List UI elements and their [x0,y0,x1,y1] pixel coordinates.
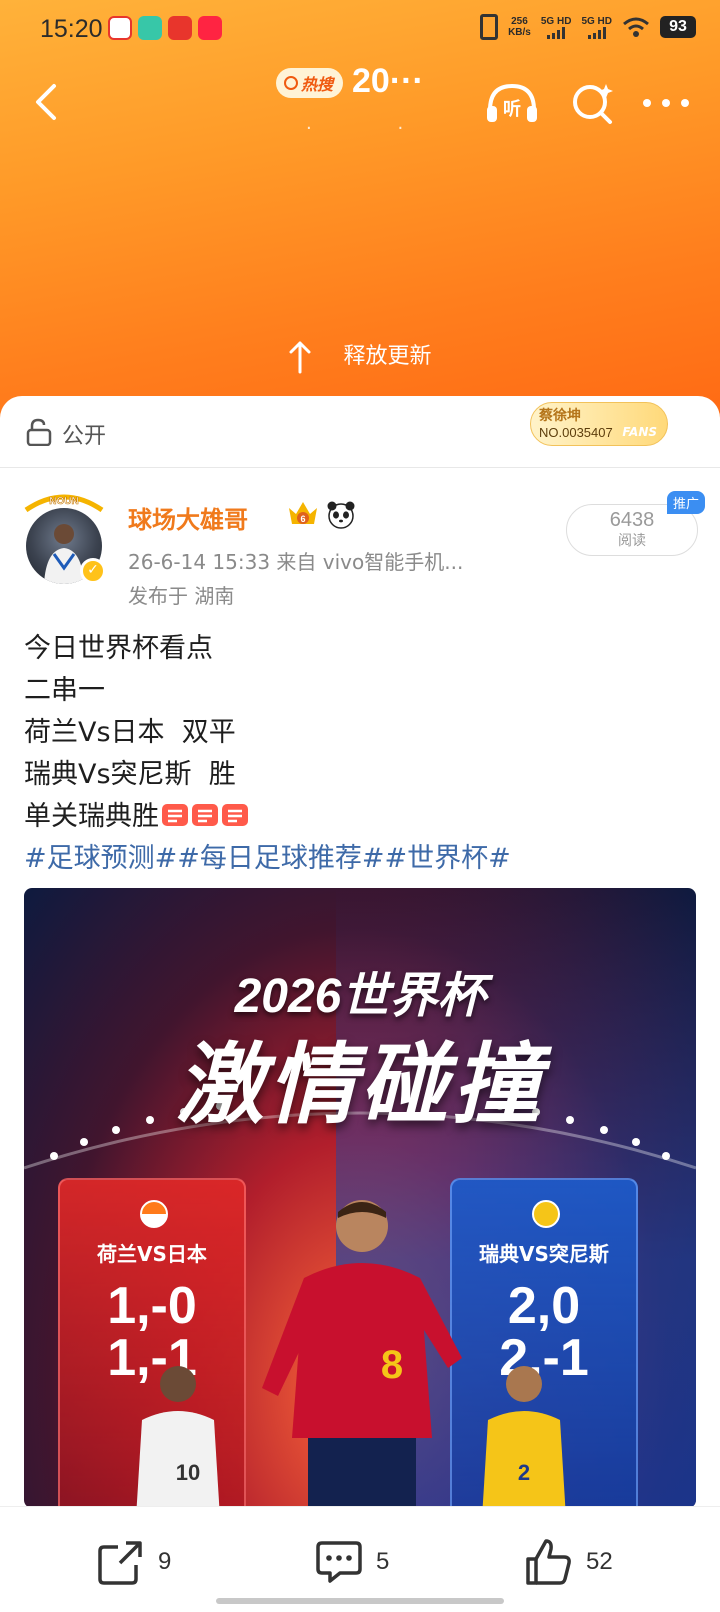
release-text: 释放更新 [343,344,432,369]
like-button[interactable]: 52 [524,1537,613,1587]
hot-search-pill[interactable]: 热搜 [276,68,344,98]
listen-headphones-icon[interactable]: 听 [484,80,540,126]
sim2-signal: 5G HD [581,16,612,39]
post-line-with-emoji: 单关瑞典胜 [24,796,511,838]
hot-search-rank: 20··· [352,62,424,100]
main-player-figure: 8 [262,1200,462,1508]
avatar-frame-text: NOUN [49,496,78,507]
hype-sticker-icon [222,804,248,826]
promo-tag: 推广 [666,491,705,514]
post-location: 发布于 湖南 [128,584,235,608]
post-image[interactable]: 2026世界杯 激情碰撞 荷兰VS日本 1,-0 1,-1 瑞典VS突尼斯 2,… [24,888,696,1508]
panda-icon [327,501,355,529]
fans-badge-word: FANS [622,425,657,439]
status-bar: 15:20 256 KB/s 5G HD 5G HD 93 [0,10,720,50]
match-score-1: 1,-0 [107,1277,197,1335]
svg-text:10: 10 [176,1460,200,1485]
post-content: 今日世界杯看点 二串一 荷兰Vs日本 双平 瑞典Vs突尼斯 胜 单关瑞典胜 #足… [24,628,511,880]
signal-bars-icon [587,26,606,39]
release-to-refresh: 释放更新 [0,338,720,374]
read-count-pill[interactable]: 6438 阅读 推广 [566,491,705,556]
sim1-label: 5G HD [540,15,572,27]
verified-badge-icon: ✓ [80,558,106,584]
hot-search-label: 热搜 [301,75,334,94]
hot-search-subtitle: · · [306,118,444,139]
post-line: 单关瑞典胜 [24,801,159,832]
refresh-header: 15:20 256 KB/s 5G HD 5G HD 93 热搜 20··· ·… [0,0,720,420]
more-options-icon[interactable] [642,98,690,108]
video-app-icon [138,16,162,40]
status-time: 15:20 [40,15,103,43]
sim1-signal: 5G HD [540,15,572,39]
comment-icon [316,1541,362,1583]
net-speed-value: 256 [511,16,528,27]
post-line: 今日世界杯看点 [24,633,213,664]
battery-level: 93 [660,16,696,38]
thumbs-up-icon [526,1539,571,1585]
status-right: 256 KB/s 5G HD 5G HD 93 [480,14,696,40]
post-timestamp-source: 26-6-14 15:33 来自 vivo智能手机... [128,550,464,574]
post-username[interactable]: 球场大雄哥 [128,500,248,535]
share-icon [98,1541,142,1585]
comment-count: 5 [376,1548,390,1575]
fans-badge-number: NO.0035407 [539,425,613,440]
right-player-figure: 2 [482,1366,566,1508]
svg-text:2: 2 [518,1460,530,1485]
avatar[interactable]: NOUN ✓ [24,494,106,584]
search-icon [284,76,298,90]
net-speed-unit: KB/s [508,27,531,38]
sim2-label: 5G HD [581,15,612,27]
nav-row: 热搜 20··· · · 听 [0,62,720,139]
post-line: 二串一 [24,675,105,706]
net-speed: 256 KB/s [508,16,531,38]
match-title: 荷兰VS日本 [97,1242,207,1266]
xiaohongshu-app-icon [198,16,222,40]
visibility-row[interactable]: 公开 蔡徐坤 NO.0035407 FANS [0,396,720,468]
unlock-icon [26,418,52,446]
wifi-icon [623,17,649,37]
fans-badge-name: 蔡徐坤 [539,408,581,424]
share-button[interactable]: 9 [96,1537,171,1587]
netherlands-japan-flag-icon [140,1200,168,1228]
hype-sticker-icon [192,804,218,826]
game-app-icon [168,16,192,40]
level-crown-icon: 6 [289,502,317,524]
vibrate-icon [480,14,499,40]
read-label: 阅读 [618,533,646,549]
weibo-app-icon [108,16,132,40]
fans-badge[interactable]: 蔡徐坤 NO.0035407 FANS [530,402,668,446]
signal-bars-icon [547,26,566,39]
share-count: 9 [158,1548,172,1575]
like-count: 52 [586,1548,613,1575]
search-sparkle-icon[interactable] [570,80,616,126]
back-arrow-icon[interactable] [28,82,68,122]
poster-title-line2: 激情碰撞 [175,1033,544,1136]
action-bar: 9 5 52 [0,1506,720,1612]
svg-text:听: 听 [503,98,521,120]
post-line: 荷兰Vs日本 双平 [24,717,236,748]
hype-sticker-icon [162,804,188,826]
comment-button[interactable]: 5 [314,1537,389,1587]
home-indicator[interactable] [216,1598,504,1604]
svg-text:6: 6 [300,514,305,524]
arrow-up-icon [289,341,311,374]
visibility-label: 公开 [62,424,107,449]
post-line: 瑞典Vs突尼斯 胜 [24,759,236,790]
post-hashtags[interactable]: #足球预测##每日足球推荐##世界杯# [24,838,511,880]
svg-text:8: 8 [381,1343,403,1387]
left-player-figure: 10 [136,1366,220,1508]
sweden-crest-icon [532,1200,560,1228]
